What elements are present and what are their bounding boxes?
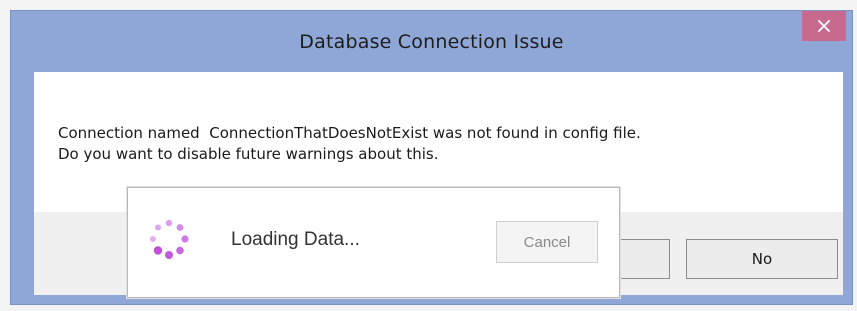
dialog-title: Database Connection Issue bbox=[299, 30, 564, 53]
close-icon bbox=[818, 20, 830, 32]
no-button[interactable]: No bbox=[686, 239, 838, 279]
loading-text: Loading Data... bbox=[231, 229, 360, 250]
close-button[interactable] bbox=[802, 11, 846, 41]
cancel-button[interactable]: Cancel bbox=[496, 221, 598, 263]
loading-spinner-icon bbox=[150, 219, 189, 259]
message-line-2: Do you want to disable future warnings a… bbox=[58, 145, 439, 163]
loading-popup: Loading Data... Cancel bbox=[127, 187, 620, 298]
dialog-message: Connection named ConnectionThatDoesNotEx… bbox=[58, 123, 641, 165]
dialog-titlebar[interactable]: Database Connection Issue bbox=[11, 11, 852, 72]
screen: Database Connection Issue Connection nam… bbox=[0, 0, 857, 311]
message-line-1: Connection named ConnectionThatDoesNotEx… bbox=[58, 124, 641, 142]
